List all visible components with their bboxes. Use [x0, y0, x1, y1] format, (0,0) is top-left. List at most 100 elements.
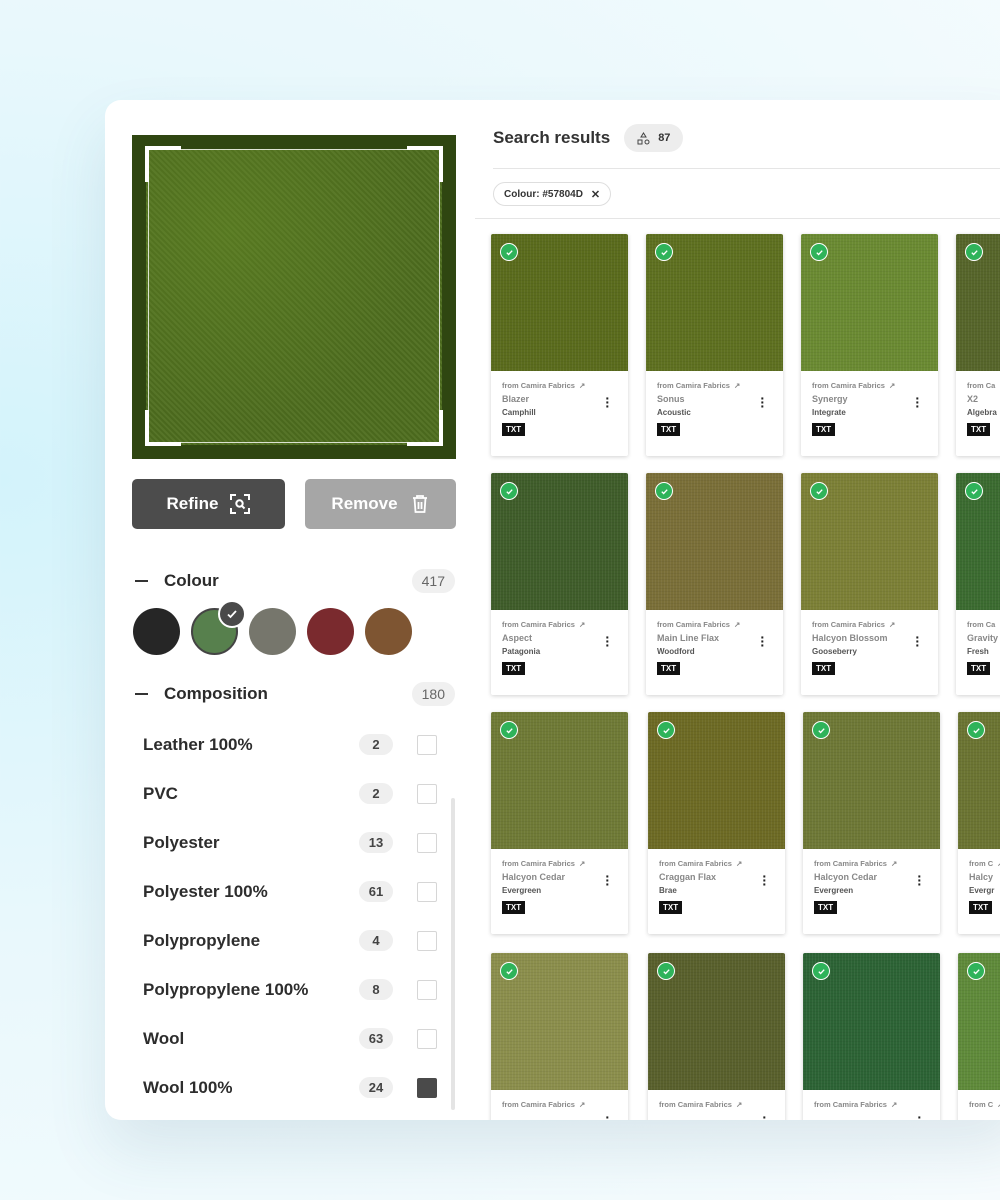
colour-swatch-green[interactable] [191, 600, 246, 655]
supplier-link[interactable]: from Camira Fabrics ↗ [657, 381, 772, 390]
more-options-icon[interactable]: ··· [760, 391, 765, 413]
fabric-image[interactable] [648, 953, 785, 1090]
composition-scrollbar[interactable] [451, 798, 455, 1110]
colour-swatch-brown[interactable] [365, 608, 412, 655]
supplier-link[interactable]: from Camira Fabrics ↗ [659, 1100, 774, 1109]
composition-item[interactable]: Polypropylene 4 [143, 916, 443, 965]
supplier-link[interactable]: from Ca↗ [967, 381, 1000, 390]
fabric-image[interactable] [801, 473, 938, 610]
composition-item[interactable]: Wool 100% 24 [143, 1063, 443, 1112]
supplier-link[interactable]: from Camira Fabrics ↗ [657, 620, 772, 629]
product-colourway: Fresh [967, 647, 989, 656]
fabric-image[interactable] [958, 953, 1000, 1090]
supplier-link[interactable]: from Camira Fabrics ↗ [814, 1100, 929, 1109]
fabric-image[interactable] [491, 473, 628, 610]
composition-item[interactable]: PVC 2 [143, 769, 443, 818]
supplier-link[interactable]: from Camira Fabrics ↗ [502, 859, 617, 868]
more-options-icon[interactable]: ··· [762, 1110, 767, 1120]
result-tile[interactable]: from Camira Fabrics ↗ Blazer Camphill TXT · · · [491, 234, 628, 456]
crop-handle-top-left[interactable] [145, 146, 181, 182]
composition-checkbox[interactable] [417, 881, 437, 902]
more-options-icon[interactable]: ··· [917, 1110, 922, 1120]
close-icon[interactable]: ✕ [591, 188, 600, 201]
fabric-image[interactable] [491, 234, 628, 371]
colour-swatch-red[interactable] [307, 608, 354, 655]
more-options-icon[interactable]: ··· [762, 869, 767, 891]
composition-item[interactable]: Leather 100% 2 [143, 720, 443, 769]
fabric-image[interactable] [803, 953, 940, 1090]
crop-handle-bottom-right[interactable] [407, 410, 443, 446]
fabric-image[interactable] [803, 712, 940, 849]
result-tile[interactable]: from C↗HalcyEvergrTXT··· [958, 712, 1000, 934]
composition-checkbox[interactable] [417, 832, 437, 853]
result-tile[interactable]: from Camira Fabrics ↗ Aspect Patagonia TXT · ·… [491, 473, 628, 695]
supplier-link[interactable]: from Camira Fabrics ↗ [814, 859, 929, 868]
fabric-image[interactable] [648, 712, 785, 849]
more-options-icon[interactable]: ··· [917, 869, 922, 891]
colour-title: Colour [164, 571, 219, 590]
more-options-icon[interactable]: ··· [915, 630, 920, 652]
result-tile[interactable]: from Camira Fabrics ↗ Main Line Flax Woodfo… [646, 473, 783, 695]
supplier-link[interactable]: from Camira Fabrics ↗ [812, 381, 927, 390]
supplier-link[interactable]: from Camira Fabrics ↗ [812, 620, 927, 629]
supplier-link[interactable]: from Camira Fabrics ↗ [659, 859, 774, 868]
composition-checkbox[interactable] [417, 1028, 437, 1049]
result-tile[interactable]: from Camira Fabrics ↗ Halcyon Blossom Goose… [801, 473, 938, 695]
refine-button[interactable]: Refine [132, 479, 285, 529]
crop-handle-top-right[interactable] [407, 146, 443, 182]
fabric-image[interactable] [956, 473, 1000, 610]
supplier-link[interactable]: from Camira Fabrics ↗ [502, 1100, 617, 1109]
result-tile[interactable]: from Camira Fabrics ↗ Halcyon Cedar Evergre… [491, 712, 628, 934]
more-options-icon[interactable]: ··· [605, 1110, 610, 1120]
result-tile[interactable]: from Ca↗X2AlgebraTXT··· [956, 234, 1000, 456]
result-tile[interactable]: from Camira Fabrics↗··· [803, 953, 940, 1120]
supplier-link[interactable]: from Camira Fabrics ↗ [502, 381, 617, 390]
crop-frame[interactable] [145, 146, 443, 446]
crop-handle-bottom-left[interactable] [145, 410, 181, 446]
composition-checkbox[interactable] [417, 979, 437, 1000]
external-link-icon: ↗ [888, 620, 896, 629]
more-options-icon[interactable]: ··· [915, 391, 920, 413]
result-tile[interactable]: from Camira Fabrics↗··· [648, 953, 785, 1120]
composition-item[interactable]: Polypropylene 100% 8 [143, 965, 443, 1014]
composition-checkbox[interactable] [417, 930, 437, 951]
composition-checkbox[interactable] [417, 1077, 437, 1098]
composition-item[interactable]: Polyester 100% 61 [143, 867, 443, 916]
fabric-image[interactable] [491, 712, 628, 849]
composition-checkbox[interactable] [417, 783, 437, 804]
composition-item[interactable]: Wool 63 [143, 1014, 443, 1063]
result-tile[interactable]: from Camira Fabrics ↗ Craggan Flax Brae TXT ·… [648, 712, 785, 934]
composition-item[interactable]: Polyester 13 [143, 818, 443, 867]
more-options-icon[interactable]: ··· [760, 630, 765, 652]
colour-swatch-black[interactable] [133, 608, 180, 655]
fabric-image[interactable] [801, 234, 938, 371]
fabric-image[interactable] [646, 234, 783, 371]
fabric-image[interactable] [956, 234, 1000, 371]
more-options-icon[interactable]: ··· [605, 391, 610, 413]
supplier-link[interactable]: from Ca↗ [967, 620, 1000, 629]
collapse-icon[interactable] [135, 693, 148, 695]
supplier-link[interactable]: from Camira Fabrics ↗ [502, 620, 617, 629]
composition-checkbox[interactable] [417, 734, 437, 755]
result-tile[interactable]: from Camira Fabrics ↗ Synergy Integrate TXT ·… [801, 234, 938, 456]
more-options-icon[interactable]: ··· [605, 630, 610, 652]
filter-chip[interactable]: Colour: #57804D ✕ [493, 182, 612, 206]
fabric-image[interactable] [958, 712, 1000, 849]
fabric-image[interactable] [646, 473, 783, 610]
result-tile[interactable]: from Camira Fabrics ↗ Sonus Acoustic TXT · · · [646, 234, 783, 456]
fabric-image[interactable] [491, 953, 628, 1090]
collapse-icon[interactable] [135, 580, 148, 582]
result-tile[interactable]: from Ca↗GravityFreshTXT··· [956, 473, 1000, 695]
supplier-link[interactable]: from C↗ [969, 859, 1000, 868]
result-tile[interactable]: from Camira Fabrics↗··· [491, 953, 628, 1120]
result-tile[interactable]: from Camira Fabrics ↗ Halcyon Cedar Evergre… [803, 712, 940, 934]
more-options-icon[interactable]: ··· [605, 869, 610, 891]
type-badge: TXT [657, 423, 681, 436]
composition-section-header[interactable]: Composition 180 [135, 681, 455, 707]
composition-label: Polyester [143, 832, 220, 852]
colour-section-header[interactable]: Colour 417 [135, 568, 455, 594]
result-tile[interactable]: from C↗··· [958, 953, 1000, 1120]
supplier-link[interactable]: from C↗ [969, 1100, 1000, 1109]
remove-button[interactable]: Remove [305, 479, 456, 529]
colour-swatch-grey[interactable] [249, 608, 296, 655]
